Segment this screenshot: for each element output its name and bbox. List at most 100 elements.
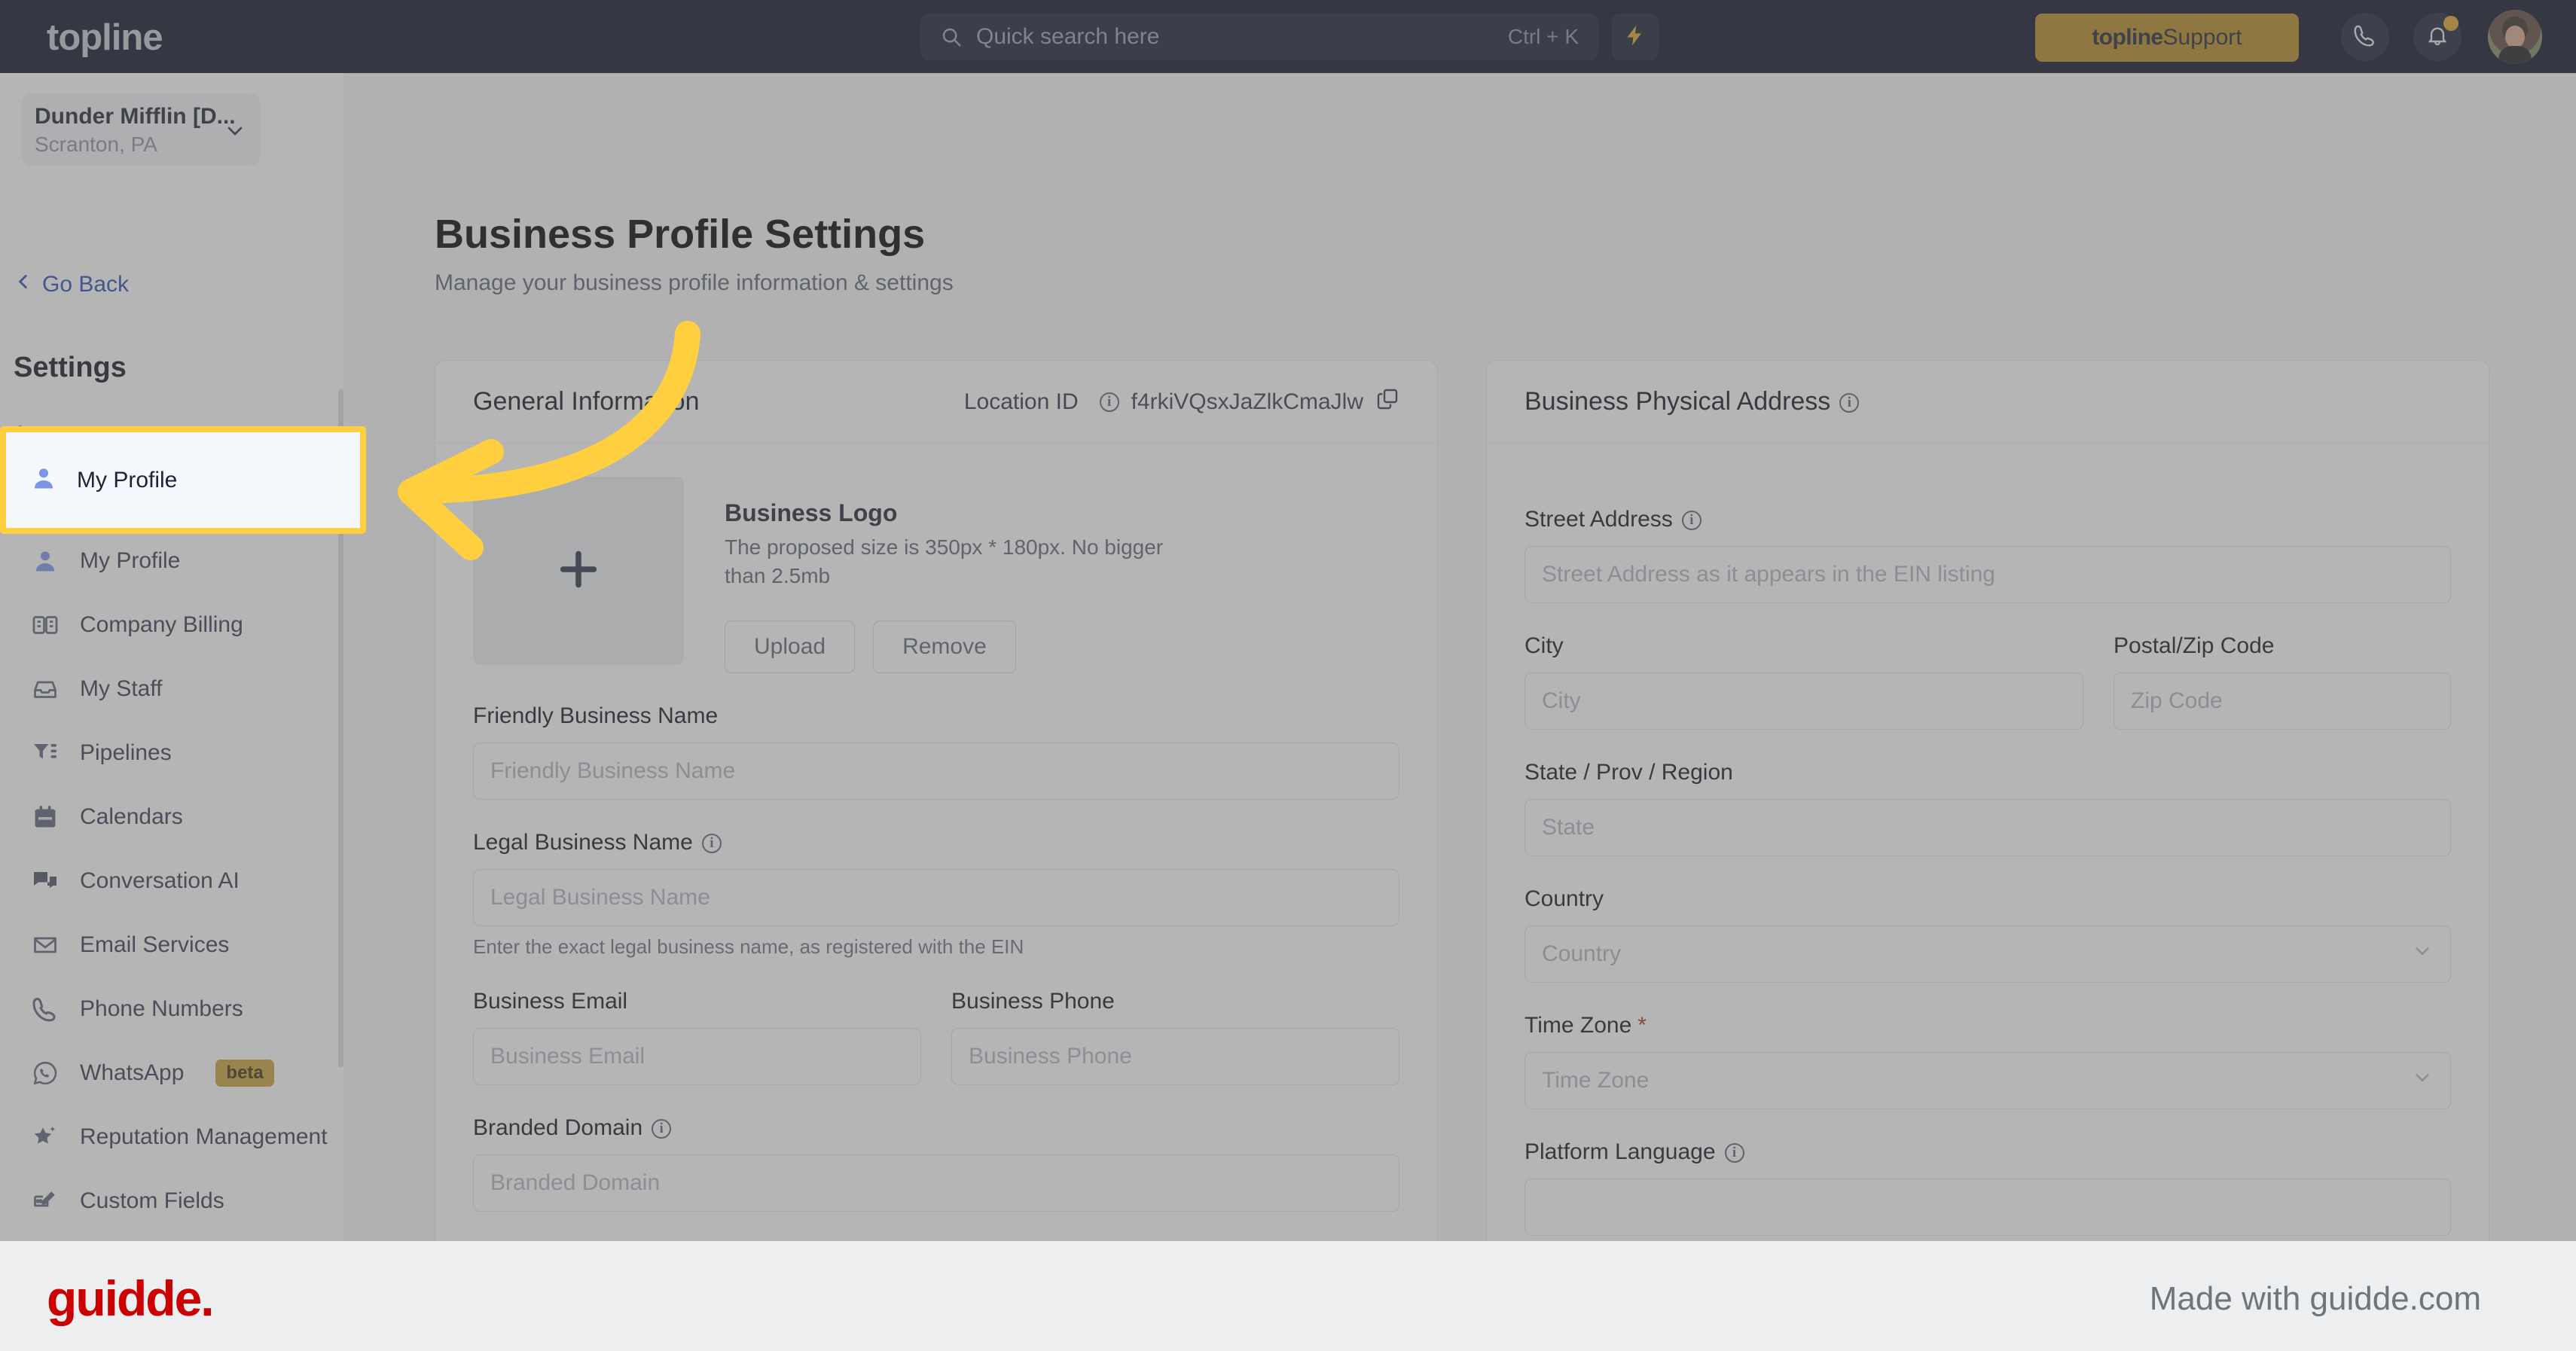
branded-domain-label: Branded Domain i — [473, 1115, 1399, 1141]
call-button[interactable] — [2341, 13, 2389, 61]
email-phone-row: Business Email Business Email Business P… — [473, 959, 1399, 1085]
chevron-down-icon — [223, 119, 247, 147]
timezone-field: Time Zone * Time Zone — [1525, 1013, 2451, 1109]
city-postal-row: City City Postal/Zip Code Zip Code — [1525, 603, 2451, 730]
logo-dropzone[interactable] — [473, 477, 684, 665]
location-name: Dunder Mifflin [D... — [35, 104, 236, 129]
sidebar-item-conversation-ai[interactable]: Conversation AI — [0, 849, 344, 913]
sidebar-item-my-staff[interactable]: My Staff — [0, 657, 344, 721]
sidebar-item-custom-fields[interactable]: Custom Fields — [0, 1169, 344, 1233]
friendly-business-name-input[interactable]: Friendly Business Name — [473, 742, 1399, 800]
legal-business-name-label: Legal Business Name i — [473, 830, 1399, 855]
city-input[interactable]: City — [1525, 672, 2083, 730]
info-icon[interactable]: i — [1724, 1143, 1744, 1163]
go-back-link[interactable]: Go Back — [14, 272, 129, 297]
friendly-business-name-field: Friendly Business Name Friendly Business… — [473, 703, 1399, 800]
location-id-label: Location ID — [963, 389, 1079, 414]
support-button-label: Support — [2162, 25, 2242, 50]
info-icon[interactable]: i — [1681, 511, 1702, 531]
search-shortcut: Ctrl + K — [1507, 25, 1579, 48]
go-back-label: Go Back — [42, 272, 130, 297]
sidebar-item-pipelines[interactable]: Pipelines — [0, 721, 344, 785]
sidebar-item-my-profile[interactable]: My Profile — [0, 529, 344, 593]
sidebar-item-calendars[interactable]: Calendars — [0, 785, 344, 849]
highlight-box — [0, 426, 366, 534]
search-placeholder: Quick search here — [976, 24, 1160, 49]
calendar-icon — [30, 802, 60, 832]
info-icon[interactable]: i — [1839, 393, 1860, 413]
quick-actions-button[interactable] — [1612, 14, 1659, 60]
country-label: Country — [1525, 886, 1604, 911]
support-button[interactable]: topline Support — [2035, 14, 2299, 62]
inbox-icon — [30, 674, 60, 704]
sidebar-item-label: Calendars — [80, 804, 183, 829]
business-logo-actions: Upload Remove — [725, 620, 1177, 673]
branded-domain-field: Branded Domain i Branded Domain — [473, 1115, 1399, 1212]
business-phone-input[interactable]: Business Phone — [951, 1027, 1399, 1085]
city-label: City — [1525, 633, 1564, 658]
legal-business-name-field: Legal Business Name i Legal Business Name… — [473, 830, 1399, 959]
sidebar-item-label: Pipelines — [80, 740, 172, 765]
info-icon[interactable]: i — [1099, 392, 1119, 412]
sidebar-item-label: Company Billing — [80, 611, 243, 637]
chevron-down-icon — [2411, 1066, 2434, 1095]
info-icon[interactable]: i — [652, 1118, 672, 1139]
phone-icon — [2353, 23, 2377, 51]
location-sub: Scranton, PA — [35, 133, 157, 156]
street-address-field: Street Address i Street Address as it app… — [1525, 507, 2451, 603]
plus-icon — [552, 543, 605, 599]
branded-domain-placeholder: Branded Domain — [490, 1170, 661, 1195]
postal-code-field: Postal/Zip Code Zip Code — [2114, 633, 2451, 730]
legal-business-name-hint: Enter the exact legal business name, as … — [473, 935, 1024, 958]
sidebar-item-phone-numbers[interactable]: Phone Numbers — [0, 977, 344, 1041]
notifications-button[interactable] — [2413, 13, 2462, 61]
sidebar-item-label: Phone Numbers — [80, 996, 243, 1021]
postal-code-input[interactable]: Zip Code — [2114, 672, 2451, 730]
timezone-label: Time Zone * — [1525, 1013, 1647, 1038]
branded-domain-input[interactable]: Branded Domain — [473, 1154, 1399, 1212]
upload-button[interactable]: Upload — [725, 620, 856, 673]
avatar[interactable] — [2488, 10, 2542, 64]
friendly-business-name-placeholder: Friendly Business Name — [490, 758, 736, 783]
sidebar-item-label: Conversation AI — [80, 868, 240, 893]
sidebar-item-label: Custom Fields — [80, 1188, 224, 1213]
billing-icon — [30, 610, 60, 640]
timezone-placeholder: Time Zone — [1542, 1068, 1650, 1093]
info-icon[interactable]: i — [701, 833, 722, 853]
field-edit-icon — [30, 1186, 60, 1216]
state-input[interactable]: State — [1525, 799, 2451, 856]
business-phone-field: Business Phone Business Phone — [951, 989, 1399, 1085]
sidebar-item-email-services[interactable]: Email Services — [0, 913, 344, 977]
search-icon — [940, 26, 963, 48]
street-address-input[interactable]: Street Address as it appears in the EIN … — [1525, 546, 2451, 603]
business-email-input[interactable]: Business Email — [473, 1027, 921, 1085]
user-icon — [30, 546, 60, 576]
general-information-title: General Information — [473, 387, 700, 416]
platform-language-field: Platform Language i — [1525, 1139, 2451, 1236]
sidebar-nav-list: Business Profile My Profile Company Bill… — [0, 465, 344, 1351]
business-phone-label: Business Phone — [951, 988, 1115, 1014]
business-physical-address-body: Street Address i Street Address as it app… — [1487, 444, 2489, 1236]
chevron-down-icon — [2411, 940, 2434, 968]
beta-badge: beta — [215, 1059, 274, 1087]
sidebar-item-whatsapp[interactable]: WhatsApp beta — [0, 1041, 344, 1105]
copy-icon[interactable] — [1375, 387, 1399, 417]
postal-code-label: Postal/Zip Code — [2114, 633, 2275, 658]
city-placeholder: City — [1542, 688, 1581, 713]
remove-button[interactable]: Remove — [873, 620, 1016, 673]
platform-language-select[interactable] — [1525, 1179, 2451, 1236]
notification-dot — [2443, 16, 2458, 31]
country-field: Country Country — [1525, 886, 2451, 983]
timezone-select[interactable]: Time Zone — [1525, 1052, 2451, 1109]
sidebar-item-reputation-management[interactable]: Reputation Management — [0, 1105, 344, 1169]
search-input[interactable]: Quick search here Ctrl + K — [920, 14, 1598, 60]
state-field: State / Prov / Region State — [1525, 760, 2451, 856]
sidebar-item-company-billing[interactable]: Company Billing — [0, 593, 344, 657]
legal-business-name-input[interactable]: Legal Business Name — [473, 868, 1399, 926]
country-select[interactable]: Country — [1525, 926, 2451, 983]
business-physical-address-header: Business Physical Address i — [1487, 361, 2489, 444]
country-placeholder: Country — [1542, 941, 1622, 966]
guidde-logo: guidde. — [47, 1270, 215, 1326]
app-logo[interactable]: topline — [47, 17, 163, 59]
location-switcher[interactable]: Dunder Mifflin [D... Scranton, PA — [21, 93, 261, 166]
